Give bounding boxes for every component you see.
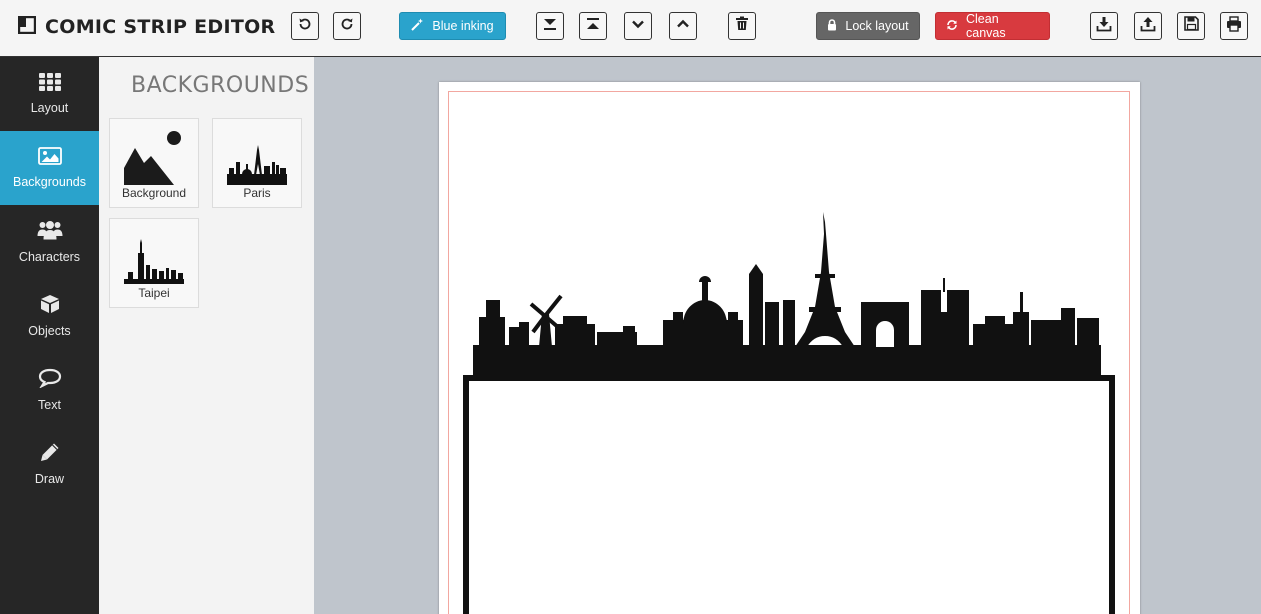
sidebar-item-objects[interactable]: Objects (0, 279, 99, 353)
sidebar-item-text[interactable]: Text (0, 353, 99, 427)
bring-forward-button[interactable] (669, 12, 697, 40)
trash-icon (735, 16, 749, 36)
undo-icon (297, 16, 313, 37)
users-icon (37, 220, 63, 243)
clean-canvas-label: Clean canvas (966, 12, 1006, 40)
sidebar-item-label: Objects (28, 324, 71, 338)
bring-forward-icon (675, 16, 691, 37)
bring-to-front-button[interactable] (579, 12, 607, 40)
sidebar-item-backgrounds[interactable]: Backgrounds (0, 131, 99, 205)
send-to-back-icon (542, 16, 558, 37)
tile-label: Taipei (138, 286, 170, 300)
background-tile-plain[interactable]: Background (109, 118, 199, 208)
comic-panel-frame[interactable] (463, 375, 1115, 614)
sidebar-item-label: Layout (30, 101, 69, 115)
panel-title: BACKGROUNDS (131, 73, 310, 98)
pencil-icon (40, 442, 60, 465)
sidebar-item-draw[interactable]: Draw (0, 427, 99, 501)
background-tile-taipei[interactable]: Taipei (109, 218, 199, 308)
lock-layout-button[interactable]: Lock layout (816, 12, 920, 40)
send-backward-icon (630, 16, 646, 37)
lock-icon (827, 18, 837, 34)
sidebar-item-label: Characters (18, 250, 81, 264)
sidebar-item-characters[interactable]: Characters (0, 205, 99, 279)
save-icon (1183, 16, 1199, 36)
bring-to-front-icon (585, 16, 601, 37)
app-title: COMIC STRIP EDITOR (45, 16, 276, 38)
paris-skyline-thumbnail (226, 144, 288, 191)
landscape-thumbnail-icon (123, 130, 183, 191)
sidebar-item-label: Draw (34, 472, 65, 486)
background-tile-paris[interactable]: Paris (212, 118, 302, 208)
print-button[interactable] (1220, 12, 1248, 40)
backgrounds-panel: BACKGROUNDS Background Paris Taipei (99, 57, 314, 614)
sidebar-item-label: Backgrounds (13, 175, 86, 189)
comic-page-canvas[interactable] (439, 82, 1140, 614)
upload-button[interactable] (1134, 12, 1162, 40)
delete-button[interactable] (728, 12, 756, 40)
speech-bubble-icon (38, 368, 62, 391)
refresh-icon (946, 19, 958, 34)
blue-inking-label: Blue inking (432, 19, 494, 33)
lock-layout-label: Lock layout (845, 19, 909, 33)
comic-book-icon (17, 15, 37, 39)
image-icon (37, 147, 62, 168)
blue-inking-button[interactable]: Blue inking (399, 12, 506, 40)
clean-canvas-button[interactable]: Clean canvas (935, 12, 1050, 40)
download-button[interactable] (1090, 12, 1118, 40)
redo-button[interactable] (333, 12, 361, 40)
undo-button[interactable] (291, 12, 319, 40)
download-icon (1096, 16, 1112, 37)
sidebar: Layout Backgrounds Characters Objects Te… (0, 57, 99, 614)
send-to-back-button[interactable] (536, 12, 564, 40)
top-toolbar: COMIC STRIP EDITOR Blue inking Lock layo… (0, 0, 1261, 57)
tile-label: Background (121, 186, 187, 200)
print-icon (1226, 15, 1242, 37)
taipei-skyline-thumbnail (123, 239, 185, 290)
sidebar-item-label: Text (38, 398, 61, 412)
app-brand: COMIC STRIP EDITOR (17, 13, 276, 41)
upload-icon (1140, 16, 1156, 37)
grid-icon (38, 73, 61, 94)
paris-skyline-background[interactable] (473, 212, 1101, 379)
send-backward-button[interactable] (624, 12, 652, 40)
save-button[interactable] (1177, 12, 1205, 40)
cube-icon (39, 294, 61, 317)
magic-wand-icon (411, 18, 424, 34)
redo-icon (339, 16, 355, 37)
tile-label: Paris (243, 186, 271, 200)
sidebar-item-layout[interactable]: Layout (0, 57, 99, 131)
